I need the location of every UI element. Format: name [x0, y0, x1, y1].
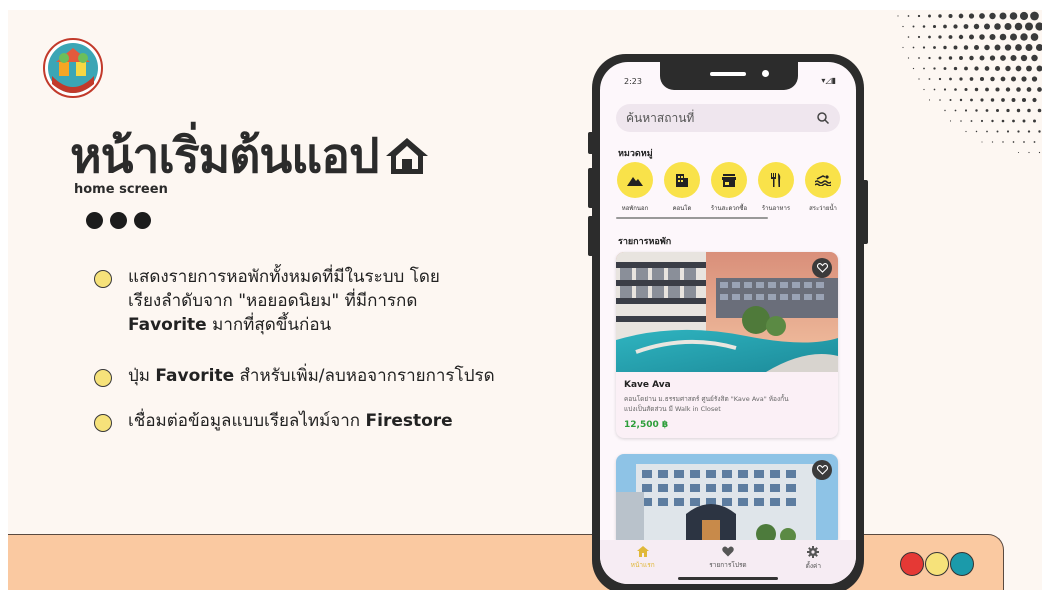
- category-label: ร้านสะดวกซื้อ: [710, 205, 748, 212]
- bullet-text: ปุ่ม Favorite สำหรับเพิ่ม/ลบหอจากรายการโ…: [128, 366, 495, 386]
- category-item[interactable]: คอนโด: [663, 162, 701, 213]
- dorm-list-title: รายการหอพัก: [618, 237, 672, 247]
- page-subtitle: home screen: [74, 182, 168, 197]
- bullet-text: Favorite มากที่สุดขึ้นก่อน: [128, 315, 332, 335]
- dot-pattern-decoration: [897, 11, 1042, 154]
- status-time: 2:23: [624, 77, 642, 86]
- bullet-text: เรียงลำดับจาก "หอยอดนิยม" ที่มีการกด: [128, 291, 418, 311]
- app-screen: 2:23 ▾◿▮ ค้นหาสถานที่ หมวดหมู่ หอพักนอก: [600, 62, 856, 584]
- nav-favorites-label: รายการโปรด: [709, 561, 747, 569]
- building-icon: [676, 174, 688, 187]
- category-item[interactable]: ร้านสะดวกซื้อ: [710, 162, 748, 213]
- yellow-dot: [925, 552, 949, 576]
- bullet-item: ปุ่ม Favorite สำหรับเพิ่ม/ลบหอจากรายการโ…: [94, 364, 495, 388]
- dorm-name: Kave Ava: [624, 380, 671, 390]
- dorm-price: 12,500 ฿: [624, 420, 669, 430]
- category-list: หอพักนอก คอนโด ร้านสะดวกซื้อ ร้านอาหาร ส…: [616, 162, 856, 213]
- dorm-card[interactable]: [616, 454, 838, 546]
- category-label: หอพักนอก: [621, 205, 649, 212]
- home-indicator: [678, 577, 778, 580]
- bullet-dot: [94, 369, 112, 387]
- search-input[interactable]: ค้นหาสถานที่: [626, 109, 816, 128]
- search-bar[interactable]: ค้นหาสถานที่: [616, 104, 840, 132]
- teal-dot: [950, 552, 974, 576]
- three-dots-decoration: [86, 212, 151, 229]
- nav-settings[interactable]: ตั้งค่า: [778, 546, 848, 571]
- store-icon: [722, 173, 736, 187]
- heart-icon: [722, 546, 734, 557]
- home-icon: [636, 546, 649, 557]
- dorm-photo-image: [616, 252, 838, 372]
- gear-icon: [807, 546, 820, 558]
- dorm-photo: [616, 252, 838, 372]
- phone-notch: [660, 62, 798, 90]
- red-dot: [900, 552, 924, 576]
- category-label: สระว่ายน้ำ: [809, 205, 837, 212]
- category-label: ร้านอาหาร: [761, 205, 791, 212]
- bullet-item: เชื่อมต่อข้อมูลแบบเรียลไทม์จาก Firestore: [94, 409, 453, 433]
- color-dots-decoration: [900, 552, 975, 576]
- category-item[interactable]: สระว่ายน้ำ: [804, 162, 842, 213]
- phone-mockup: 2:23 ▾◿▮ ค้นหาสถานที่ หมวดหมู่ หอพักนอก: [592, 54, 864, 590]
- nav-favorites[interactable]: รายการโปรด: [693, 546, 763, 570]
- bullet-dot: [94, 270, 112, 288]
- bullet-text: เชื่อมต่อข้อมูลแบบเรียลไทม์จาก Firestore: [128, 411, 453, 431]
- heart-outline-icon: [816, 465, 828, 475]
- heart-outline-icon: [816, 263, 828, 273]
- pool-icon: [815, 175, 831, 186]
- bullet-item: แสดงรายการหอพักทั้งหมดที่มีในระบบ โดย เร…: [94, 265, 440, 337]
- dorm-photo-image: [616, 454, 838, 546]
- category-label: คอนโด: [672, 205, 692, 212]
- bullet-text: แสดงรายการหอพักทั้งหมดที่มีในระบบ โดย: [128, 267, 440, 287]
- dorm-description: คอนโดย่าน ม.ธรรมศาสตร์ ศูนย์รังสิต "Kave…: [624, 395, 789, 413]
- dorm-card[interactable]: Kave Ava คอนโดย่าน ม.ธรรมศาสตร์ ศูนย์รัง…: [616, 252, 838, 438]
- nav-home-label: หน้าแรก: [630, 561, 655, 569]
- nav-settings-label: ตั้งค่า: [805, 562, 822, 570]
- category-scrollbar[interactable]: [616, 217, 768, 219]
- nav-home[interactable]: หน้าแรก: [608, 546, 678, 570]
- home-icon: [386, 138, 429, 174]
- category-item[interactable]: ร้านอาหาร: [757, 162, 795, 213]
- favorite-button[interactable]: [812, 258, 832, 278]
- slide: หน้าเริ่มต้นแอป home screen แสดงรายการหอ…: [8, 10, 1042, 590]
- dorm-photo: [616, 454, 838, 546]
- bullet-dot: [94, 414, 112, 432]
- favorite-button[interactable]: [812, 460, 832, 480]
- restaurant-icon: [771, 173, 781, 187]
- university-logo: [43, 38, 103, 98]
- categories-title: หมวดหมู่: [618, 149, 653, 159]
- category-item[interactable]: หอพักนอก: [616, 162, 654, 213]
- mountain-icon: [627, 177, 643, 186]
- status-icons: ▾◿▮: [821, 76, 836, 85]
- search-icon[interactable]: [816, 111, 830, 125]
